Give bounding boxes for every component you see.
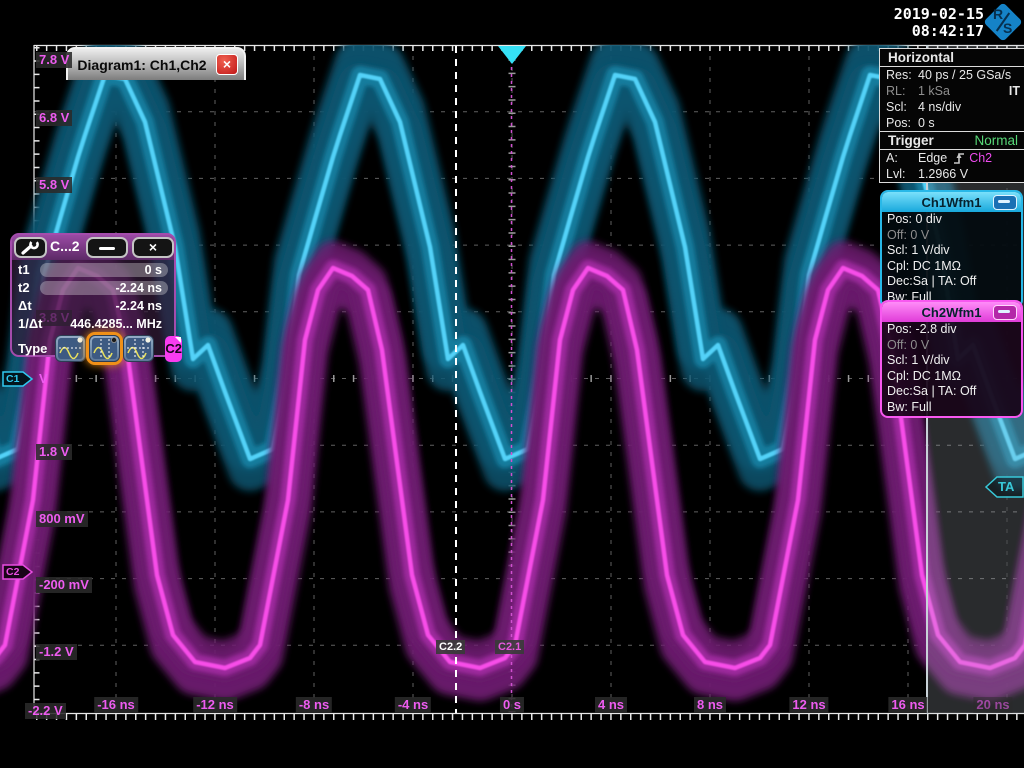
x-axis-label: -12 ns xyxy=(193,697,237,713)
close-icon: × xyxy=(148,239,158,255)
x-axis-label: -8 ns xyxy=(295,697,333,713)
trigger-level-marker-ta[interactable]: TA xyxy=(984,475,1024,504)
y-axis-label: 1.8 V xyxy=(36,444,73,460)
y-axis-label: -200 mV xyxy=(36,577,92,593)
t1-row: t1 0 s xyxy=(12,260,174,278)
cursor-type-row: Type C2 xyxy=(12,332,183,362)
ch2-waveform-box[interactable]: Ch2Wfm1 Pos: -2.8 div Off: 0 V Scl: 1 V/… xyxy=(880,300,1023,418)
cursor-source-button[interactable]: C2 xyxy=(165,335,183,362)
cursor-type-both-button[interactable] xyxy=(123,335,155,362)
trigger-position-marker[interactable] xyxy=(498,46,526,64)
ch1-minimize-button[interactable] xyxy=(993,195,1017,210)
position-row: Pos: 0 s xyxy=(886,116,935,130)
ch1-box-header[interactable]: Ch1Wfm1 xyxy=(882,192,1021,212)
ch1-waveform-box[interactable]: Ch1Wfm1 Pos: 0 div Off: 0 V Scl: 1 V/div… xyxy=(880,190,1023,308)
record-length-row: RL: 1 kSa IT xyxy=(886,84,1020,98)
x-axis-label: 20 ns xyxy=(973,697,1013,713)
cursor-label-c2-2[interactable]: C2.2 xyxy=(436,640,466,654)
oscilloscope-screen: 2019-02-15 08:42:17 R S Diagram1: Ch1,Ch… xyxy=(0,0,1024,768)
x-axis-label: -16 ns xyxy=(94,697,138,713)
y-axis-label: -1.2 V xyxy=(36,644,77,660)
wrench-settings-button[interactable] xyxy=(14,237,47,258)
source-dropdown-triangle-icon xyxy=(175,336,182,343)
inverse-delta-t-row: 1/Δt 446.4285... MHz xyxy=(12,314,174,332)
ch2-ground-marker[interactable]: C2 xyxy=(2,564,34,585)
t2-label: t2 xyxy=(18,280,30,295)
rising-edge-icon xyxy=(954,153,965,164)
ch1-ground-marker[interactable]: C1 xyxy=(2,371,34,392)
scale-row: Scl: 4 ns/div xyxy=(886,100,962,114)
datetime-display: 2019-02-15 08:42:17 xyxy=(894,6,984,40)
interpolated-time-badge: IT xyxy=(1008,84,1020,98)
horizontal-panel-header: Horizontal xyxy=(880,48,1024,67)
type-label: Type xyxy=(18,341,48,356)
y-axis-label: 800 mV xyxy=(36,511,88,527)
y-axis-label: 7.8 V xyxy=(36,52,73,68)
cursor-dialog-titlebar[interactable]: C...2 × xyxy=(12,235,174,260)
inverse-delta-t-value: 446.4285... MHz xyxy=(70,316,162,331)
t2-row: t2 -2.24 ns xyxy=(12,278,174,296)
trigger-panel-header: Trigger Normal xyxy=(880,131,1024,150)
horizontal-panel[interactable]: Horizontal Res: 40 ps / 25 GSa/s RL: 1 k… xyxy=(879,48,1024,183)
x-axis-label: 16 ns xyxy=(888,697,928,713)
t1-field[interactable]: 0 s xyxy=(39,262,168,277)
delta-t-row: Δt -2.24 ns xyxy=(12,296,174,314)
close-button[interactable]: × xyxy=(132,237,174,258)
minimize-button[interactable] xyxy=(86,237,128,258)
rohde-schwarz-logo-icon: R S xyxy=(983,2,1023,42)
diagram-tab[interactable]: Diagram1: Ch1,Ch2 × xyxy=(66,47,246,80)
minimize-icon xyxy=(99,247,115,250)
t2-field[interactable]: -2.24 ns xyxy=(39,280,168,295)
trigger-mode-status: Normal xyxy=(974,133,1018,148)
delta-t-label: Δt xyxy=(18,298,32,313)
x-axis-label: 12 ns xyxy=(789,697,829,713)
cursor-type-horizontal-button[interactable] xyxy=(55,335,87,362)
y-axis-label: 6.8 V xyxy=(36,110,73,126)
y-axis-label: 5.8 V xyxy=(36,177,73,193)
cursor-type-vertical-button[interactable] xyxy=(89,335,121,362)
y-axis-label: -2.2 V xyxy=(25,703,66,719)
time-text: 08:42:17 xyxy=(911,22,984,40)
x-axis-label: -4 ns xyxy=(394,697,432,713)
diagram-tab-close-icon[interactable]: × xyxy=(216,54,238,75)
x-axis-label: 8 ns xyxy=(693,697,727,713)
trigger-level-row: Lvl: 1.2966 V xyxy=(886,167,969,181)
trigger-a-row: A: Edge Ch2 xyxy=(886,151,993,165)
ch2-minimize-button[interactable] xyxy=(993,305,1017,320)
x-axis-label: 4 ns xyxy=(594,697,628,713)
delta-t-value: -2.24 ns xyxy=(115,298,162,313)
y-axis-label: V xyxy=(39,371,48,386)
inverse-delta-t-label: 1/Δt xyxy=(18,316,43,331)
diagram-tab-title: Diagram1: Ch1,Ch2 xyxy=(77,56,207,73)
date-text: 2019-02-15 xyxy=(893,5,984,23)
ch2-box-header[interactable]: Ch2Wfm1 xyxy=(882,302,1021,322)
trigger-source: Ch2 xyxy=(969,151,993,165)
t1-label: t1 xyxy=(18,262,30,277)
cursor-dialog-title: C...2 xyxy=(50,238,80,254)
resolution-row: Res: 40 ps / 25 GSa/s xyxy=(886,68,1012,82)
cursor-results-dialog[interactable]: C...2 × t1 0 s t2 -2.24 ns Δt -2.24 ns 1… xyxy=(10,233,183,362)
x-axis-label: 0 s xyxy=(499,697,525,713)
cursor-label-c2-1[interactable]: C2.1 xyxy=(495,640,525,654)
